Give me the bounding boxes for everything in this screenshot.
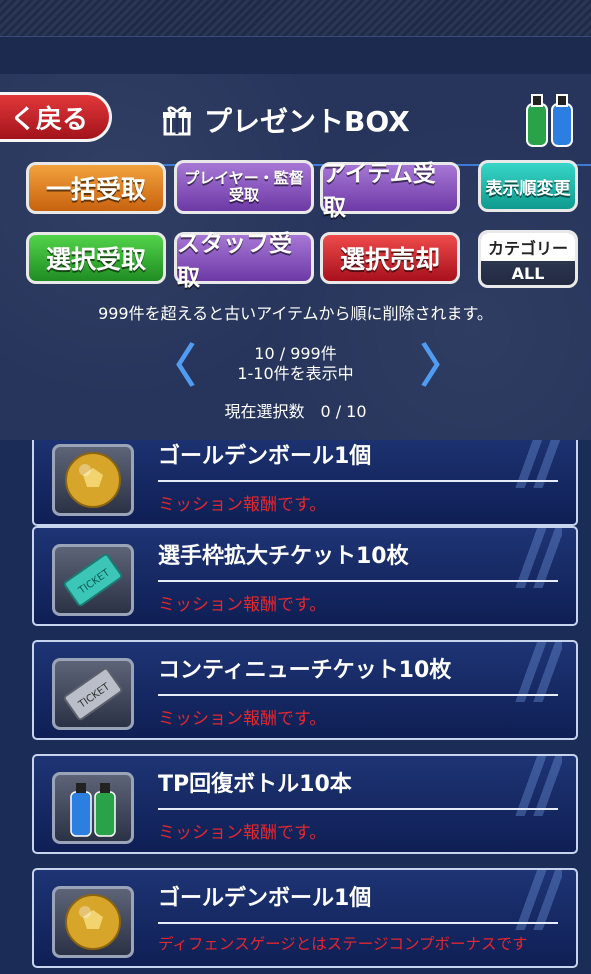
select-receive-label: 選択受取 (45, 245, 146, 274)
item-desc: ミッション報酬です。 (158, 823, 327, 843)
decor-stripes (512, 528, 562, 588)
item-divider (158, 808, 558, 810)
decor-stripes (512, 756, 562, 816)
list-item[interactable]: ゴールデンボール1個 ディフェンスゲージとはステージコンプボーナスです (32, 868, 578, 968)
title-text: プレゼントBOX (204, 105, 410, 138)
player-manager-label-line2: 受取 (228, 186, 259, 204)
teal-ticket-icon: TICKET (52, 544, 134, 616)
item-desc: ミッション報酬です。 (158, 495, 327, 515)
item-name: TP回復ボトル10本 (158, 772, 352, 797)
back-label: く戻る (10, 104, 89, 135)
selection-count: 現在選択数 0 / 10 (224, 402, 367, 421)
item-divider (158, 580, 558, 582)
staff-receive-label: スタッフ受取 (177, 231, 292, 291)
item-desc: ディフェンスゲージとはステージコンプボーナスです (158, 935, 528, 953)
bulk-receive-button[interactable]: 一括受取 (26, 162, 166, 214)
select-sell-label: 選択売却 (339, 245, 440, 274)
item-divider (158, 922, 558, 924)
list-item[interactable]: ゴールデンボール1個 ミッション報酬です。 (32, 440, 578, 526)
player-manager-receive-button[interactable]: プレイヤー・監督 受取 (174, 160, 314, 214)
item-desc: ミッション報酬です。 (158, 709, 327, 729)
list-item[interactable]: TP回復ボトル10本 ミッション報酬です。 (32, 754, 578, 854)
list-item[interactable]: TICKET コンティニューチケット10枚 ミッション報酬です。 (32, 640, 578, 740)
golden-ball-icon (52, 444, 134, 516)
display-range: 1-10件を表示中 (237, 364, 354, 383)
nav-strip (0, 36, 591, 75)
back-button[interactable]: く戻る (0, 92, 112, 142)
item-desc: ミッション報酬です。 (158, 595, 327, 615)
bulk-receive-label: 一括受取 (45, 175, 146, 204)
item-divider (158, 480, 558, 482)
display-order-label: 表示順変更 (485, 178, 571, 199)
staff-receive-button[interactable]: スタッフ受取 (174, 231, 314, 291)
delete-notice: 999件を超えると古いアイテムから順に削除されます。 (98, 304, 493, 323)
player-manager-label-line1: プレイヤー・監督 (184, 169, 304, 187)
decor-stripes (512, 642, 562, 702)
silver-ticket-icon: TICKET (52, 658, 134, 730)
status-bar (0, 0, 591, 36)
category-button[interactable]: カテゴリー ALL (478, 230, 578, 288)
decor-stripes (512, 870, 562, 930)
item-name: ゴールデンボール1個 (158, 886, 372, 911)
item-name: 選手枠拡大チケット10枚 (158, 544, 409, 569)
category-value: ALL (511, 263, 545, 283)
select-sell-button[interactable]: 選択売却 (320, 232, 460, 284)
select-receive-button[interactable]: 選択受取 (26, 232, 166, 284)
page-title: プレゼントBOX (160, 98, 410, 142)
present-list[interactable]: ゴールデンボール1個 ミッション報酬です。 TICKET 選手枠拡大チケット10… (0, 440, 591, 974)
golden-ball-icon (52, 886, 134, 958)
item-divider (158, 694, 558, 696)
tp-bottle-icon (52, 772, 134, 844)
item-name: コンティニューチケット10枚 (158, 658, 452, 683)
item-name: ゴールデンボール1個 (158, 444, 372, 469)
item-receive-label: アイテム受取 (323, 161, 436, 221)
gift-icon (163, 106, 191, 136)
category-label: カテゴリー (481, 233, 575, 262)
item-receive-button[interactable]: アイテム受取 (320, 161, 460, 221)
display-order-button[interactable]: 表示順変更 (478, 160, 578, 212)
list-item[interactable]: TICKET 選手枠拡大チケット10枚 ミッション報酬です。 (32, 526, 578, 626)
tp-bottle-icon[interactable] (524, 92, 576, 148)
